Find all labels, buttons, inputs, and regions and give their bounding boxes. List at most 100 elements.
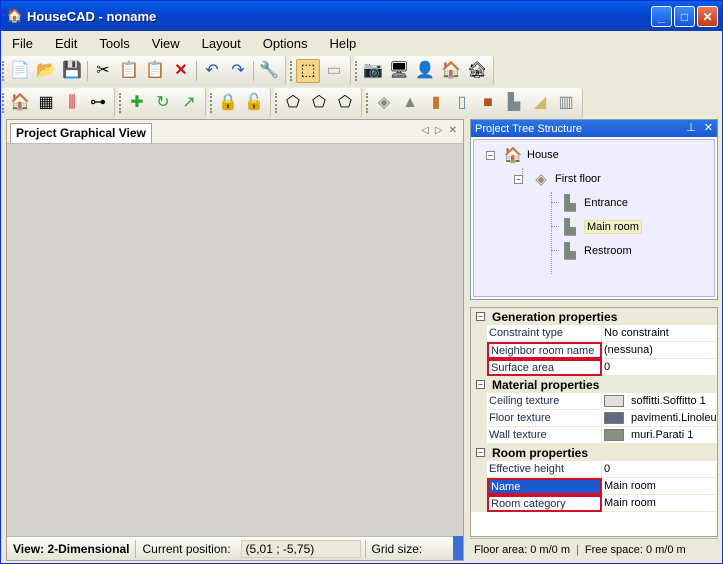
collapse-floor-icon[interactable]: −: [514, 174, 523, 184]
property-row[interactable]: Ceiling texture soffitti.Soffitto 1: [471, 393, 717, 410]
tree-node-main-room[interactable]: ▙ Main room: [560, 217, 642, 237]
property-value[interactable]: No constraint: [602, 325, 717, 342]
property-row[interactable]: Floor texture pavimenti.Linoleum: [471, 410, 717, 427]
category-material-properties[interactable]: − Material properties: [471, 376, 717, 393]
tree-label-entrance: Entrance: [584, 197, 629, 209]
property-row[interactable]: Effective height 0: [471, 461, 717, 478]
window-controls: _ □ ✕: [651, 6, 718, 27]
polygon-copy-icon[interactable]: ⬠: [307, 91, 331, 115]
cabinet-icon[interactable]: ■: [476, 91, 500, 115]
door-icon[interactable]: ▮: [424, 91, 448, 115]
property-value[interactable]: Main room: [602, 478, 717, 495]
graphical-view-header: Project Graphical View ◁ ▷ ✕: [7, 120, 463, 144]
columns-icon[interactable]: ⫼: [60, 91, 84, 115]
minimize-button[interactable]: _: [651, 6, 672, 27]
room-icon[interactable]: ▥: [554, 91, 578, 115]
menu-layout[interactable]: Layout: [191, 36, 252, 51]
save-icon[interactable]: 💾: [60, 59, 84, 83]
close-button[interactable]: ✕: [697, 6, 718, 27]
undo-icon[interactable]: ↶: [200, 59, 224, 83]
delete-icon[interactable]: ✕: [169, 59, 193, 83]
tree-node-restroom[interactable]: ▙ Restroom: [560, 241, 632, 261]
collapse-category-icon[interactable]: −: [476, 312, 485, 321]
property-value[interactable]: 0: [602, 359, 717, 376]
select-toolbar-group: ⬚ ▭: [289, 56, 351, 86]
drawing-canvas[interactable]: [7, 144, 463, 536]
move-cross-icon[interactable]: ✚: [125, 91, 149, 115]
property-name: Neighbor room name: [487, 342, 602, 359]
paste-icon[interactable]: 📋: [143, 59, 167, 83]
floor-status-bar: Floor area: 0 m/0 m | Free space: 0 m/0 …: [470, 538, 718, 560]
status-grip[interactable]: [453, 536, 463, 560]
house-remove-icon[interactable]: 🏚: [465, 59, 489, 83]
property-row[interactable]: Wall texture muri.Parati 1: [471, 427, 717, 444]
polygon-add-icon[interactable]: ⬠: [281, 91, 305, 115]
menu-tools[interactable]: Tools: [88, 36, 140, 51]
category-room-properties[interactable]: − Room properties: [471, 444, 717, 461]
property-value[interactable]: pavimenti.Linoleum: [602, 410, 717, 427]
wall-icon[interactable]: ▙: [502, 91, 526, 115]
ruler-icon[interactable]: ▭: [322, 59, 346, 83]
menu-view[interactable]: View: [141, 36, 191, 51]
menu-file[interactable]: File: [1, 36, 44, 51]
title-bar[interactable]: 🏠 HouseCAD - noname _ □ ✕: [1, 1, 722, 31]
tree-node-first-floor[interactable]: − ◈ First floor: [514, 169, 601, 189]
property-name: Ceiling texture: [487, 393, 602, 410]
resize-arrow-icon[interactable]: ↗: [177, 91, 201, 115]
house-settings-icon[interactable]: 🏠: [439, 59, 463, 83]
floor-icon[interactable]: ◈: [372, 91, 396, 115]
close-tree-icon[interactable]: ✕: [704, 121, 713, 134]
cut-icon[interactable]: ✂: [91, 59, 115, 83]
panel-controls: ◁ ▷ ✕: [421, 125, 457, 136]
menu-edit[interactable]: Edit: [44, 36, 88, 51]
tree-node-entrance[interactable]: ▙ Entrance: [560, 193, 628, 213]
collapse-house-icon[interactable]: −: [486, 150, 495, 160]
collapse-category-icon[interactable]: −: [476, 380, 485, 389]
menu-options[interactable]: Options: [252, 36, 319, 51]
property-row[interactable]: Neighbor room name (nessuna): [471, 342, 717, 359]
property-value[interactable]: (nessuna): [602, 342, 717, 359]
polygon-edit-icon[interactable]: ⬠: [333, 91, 357, 115]
lock-icon[interactable]: 🔒: [216, 91, 240, 115]
property-row[interactable]: Name Main room: [471, 478, 717, 495]
property-name: Floor texture: [487, 410, 602, 427]
node-graph-icon[interactable]: ⊶: [86, 91, 110, 115]
user-house-icon[interactable]: 👤: [413, 59, 437, 83]
new-file-icon[interactable]: 📄: [8, 59, 32, 83]
pin-icon[interactable]: ⊥: [686, 121, 696, 134]
camera-icon[interactable]: 📷: [361, 59, 385, 83]
scroll-left-icon[interactable]: ◁: [421, 125, 429, 136]
close-panel-icon[interactable]: ✕: [449, 125, 457, 136]
select-pointer-icon[interactable]: ⬚: [296, 59, 320, 83]
property-value[interactable]: 0: [602, 461, 717, 478]
unlock-icon[interactable]: 🔓: [242, 91, 266, 115]
redo-icon[interactable]: ↷: [226, 59, 250, 83]
roof-icon[interactable]: ▲: [398, 91, 422, 115]
open-folder-icon[interactable]: 📂: [34, 59, 58, 83]
property-value[interactable]: Main room: [602, 495, 717, 512]
copy-icon[interactable]: 📋: [117, 59, 141, 83]
property-row[interactable]: Surface area 0: [471, 359, 717, 376]
scroll-right-icon[interactable]: ▷: [435, 125, 443, 136]
monitor-preview-icon[interactable]: 🖥: [387, 59, 411, 83]
menu-help[interactable]: Help: [319, 36, 368, 51]
tree-node-house[interactable]: − 🏠 House: [486, 145, 559, 165]
property-row[interactable]: Constraint type No constraint: [471, 325, 717, 342]
building-toolbar-group: ◈ ▲ ▮ ▯ ■ ▙ ◢ ▥: [365, 88, 583, 118]
rotate-icon[interactable]: ↻: [151, 91, 175, 115]
property-value[interactable]: soffitti.Soffitto 1: [602, 393, 717, 410]
tab-project-graphical-view[interactable]: Project Graphical View: [10, 123, 152, 143]
grid-table-icon[interactable]: ▦: [34, 91, 58, 115]
wrench-icon[interactable]: 🔧: [257, 59, 281, 83]
app-window: 🏠 HouseCAD - noname _ □ ✕ File Edit Tool…: [0, 0, 723, 564]
property-value[interactable]: muri.Parati 1: [602, 427, 717, 444]
tree-label-restroom: Restroom: [584, 245, 632, 257]
category-generation-properties[interactable]: − Generation properties: [471, 308, 717, 325]
stairs-icon[interactable]: ◢: [528, 91, 552, 115]
collapse-category-icon[interactable]: −: [476, 448, 485, 457]
maximize-button[interactable]: □: [674, 6, 695, 27]
property-row[interactable]: Room category Main room: [471, 495, 717, 512]
house-add-icon[interactable]: 🏠: [8, 91, 32, 115]
window-icon[interactable]: ▯: [450, 91, 474, 115]
free-space-status: Free space: 0 m/0 m: [584, 543, 686, 556]
